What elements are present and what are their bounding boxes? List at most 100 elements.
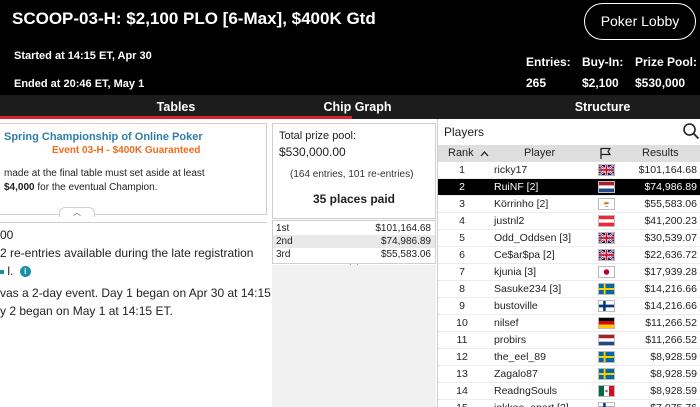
payout-amount: $74,986.89: [380, 236, 431, 247]
player-result: $11,266.52: [645, 334, 697, 346]
promo-body-start: made at the final table must set aside a…: [4, 168, 205, 179]
tab-structure[interactable]: Structure: [535, 95, 670, 119]
player-result: $22,636.72: [644, 249, 697, 261]
players-header: Players: [438, 119, 700, 144]
sweden-flag-icon: [598, 351, 615, 363]
player-name: nilsef: [494, 317, 519, 329]
player-rank: 7: [459, 266, 465, 278]
player-row[interactable]: 15 jokkee_apart [2] $7,075.76: [438, 400, 700, 407]
payout-place: 1st: [276, 223, 290, 234]
player-result: $74,986.89: [644, 181, 697, 193]
player-name: ReadngSouls: [494, 385, 558, 397]
player-rank: 11: [456, 334, 468, 346]
info-line-3: l.: [7, 264, 14, 278]
tab-bar: Tables Chip Graph Structure: [0, 95, 700, 119]
player-rank: 4: [459, 215, 465, 227]
player-name: Sasuke234 [3]: [494, 283, 562, 295]
middle-panel-filler: [272, 265, 436, 407]
payout-place: 2nd: [276, 236, 293, 247]
player-name: the_eel_89: [494, 351, 546, 363]
germany-flag-icon: [598, 317, 615, 329]
entries-value: 265: [526, 76, 547, 90]
players-column-header: Rank Player Results: [438, 145, 700, 162]
player-rank: 15: [438, 400, 486, 407]
promo-card: Spring Championship of Online Poker Even…: [0, 123, 267, 217]
info-line-2: 2 re-entries available during the late r…: [0, 246, 254, 260]
total-prize-label: Total prize pool:: [279, 130, 357, 142]
player-row[interactable]: 10 nilsef $11,266.52: [438, 315, 700, 332]
sort-up-icon: [480, 150, 489, 157]
chevron-up-icon: ︿: [73, 208, 81, 217]
player-row[interactable]: 13 Zagalo87 $8,928.59: [438, 366, 700, 383]
player-rank: 10: [456, 317, 468, 329]
tournament-header: SCOOP-03-H: $2,100 PLO [6-Max], $400K Gt…: [0, 0, 700, 95]
player-row[interactable]: 11 probirs $11,266.52: [438, 332, 700, 349]
info-line-4: vas a 2-day event. Day 1 began on Apr 30…: [0, 286, 271, 300]
payout-row: 2nd $74,986.89: [273, 235, 435, 248]
player-row[interactable]: 4 justnl2 $41,200.23: [438, 213, 700, 230]
payout-amount: $55,583.06: [380, 249, 431, 260]
player-row[interactable]: 12 the_eel_89 $8,928.59: [438, 349, 700, 366]
info-line-3-wrap: l. i: [0, 263, 31, 280]
player-row[interactable]: 8 Sasuke234 [3] $14,216.66: [438, 281, 700, 298]
player-row[interactable]: 3 Körrinho [2] $55,583.06: [438, 196, 700, 213]
tab-chip-graph[interactable]: Chip Graph: [290, 95, 425, 119]
player-name: bustoville: [494, 300, 538, 312]
player-row[interactable]: 14 ReadngSouls $8,928.59: [438, 383, 700, 400]
search-icon[interactable]: [682, 122, 700, 140]
info-icon[interactable]: i: [19, 266, 31, 278]
uk-flag-icon: [598, 232, 615, 244]
player-row[interactable]: 9 bustoville $14,216.66: [438, 298, 700, 315]
prize-pool-value: $530,000: [635, 76, 686, 90]
player-name: RuiNF [2]: [494, 181, 539, 193]
collapse-promo-button[interactable]: ︿: [59, 207, 95, 217]
start-time: Started at 14:15 ET, Apr 30: [14, 50, 152, 62]
japan-flag-icon: [598, 266, 615, 278]
payout-amount: $101,164.68: [375, 223, 431, 234]
player-result: $8,928.59: [650, 368, 697, 380]
buyin-value: $2,100: [582, 76, 619, 90]
payout-list: 1st $101,164.68 2nd $74,986.89 3rd $55,5…: [272, 220, 436, 274]
promo-title: Spring Championship of Online Poker: [4, 131, 203, 143]
tournament-info: 00 2 re-entries available during the lat…: [0, 222, 271, 407]
player-result: $14,216.66: [644, 283, 697, 295]
player-row[interactable]: 1 ricky17 $101,164.68: [438, 162, 700, 179]
player-rank: 12: [456, 351, 468, 363]
player-name: Zagalo87: [494, 368, 538, 380]
mexico-flag-icon: [598, 385, 615, 397]
player-result: $55,583.06: [644, 198, 697, 210]
player-rank: 6: [459, 249, 465, 261]
rank-column-header[interactable]: Rank: [448, 145, 489, 162]
player-rank: 2: [459, 181, 465, 193]
promo-subtitle: Event 03-H - $400K Guaranteed: [52, 145, 201, 156]
player-name: probirs: [494, 334, 527, 346]
player-rank: 1: [459, 164, 465, 176]
uk-flag-icon: [598, 164, 615, 176]
info-line-5: y 2 began on May 1 at 14:15 ET.: [0, 304, 173, 318]
player-row[interactable]: 7 kjunia [3] $17,939.28: [438, 264, 700, 281]
results-column-header[interactable]: Results: [642, 145, 679, 162]
payout-place: 3rd: [276, 249, 291, 260]
player-name: justnl2: [494, 215, 525, 227]
player-row[interactable]: 6 Ce$ar$pa [2] $22,636.72: [438, 247, 700, 264]
poker-lobby-button[interactable]: Poker Lobby: [584, 3, 696, 40]
total-prize-value: $530,000.00: [279, 145, 346, 159]
end-time: Ended at 20:46 ET, May 1: [14, 78, 145, 90]
player-name: jokkee_apart [2]: [494, 400, 569, 407]
player-result: $14,216.66: [644, 300, 697, 312]
player-result: $8,928.59: [650, 351, 697, 363]
player-row[interactable]: 2 RuiNF [2] $74,986.89: [438, 179, 700, 196]
player-column-header[interactable]: Player: [524, 145, 555, 162]
player-result: $30,539.07: [644, 232, 697, 244]
player-row[interactable]: 5 Odd_Oddsen [3] $30,539.07: [438, 230, 700, 247]
rank-column-label: Rank: [448, 147, 474, 159]
promo-body-amount: $4,000: [4, 182, 35, 193]
payout-row: 1st $101,164.68: [273, 222, 435, 235]
player-result: $41,200.23: [644, 215, 697, 227]
players-list: 1 ricky17 $101,164.68 2 RuiNF [2] $74,986.89 3…: [438, 162, 700, 407]
player-name: Körrinho [2]: [494, 198, 549, 210]
player-result: $17,939.28: [644, 266, 697, 278]
player-name: Ce$ar$pa [2]: [494, 249, 555, 261]
entries-note: (164 entries, 101 re-entries): [290, 169, 414, 180]
finland-flag-icon: [598, 300, 615, 312]
